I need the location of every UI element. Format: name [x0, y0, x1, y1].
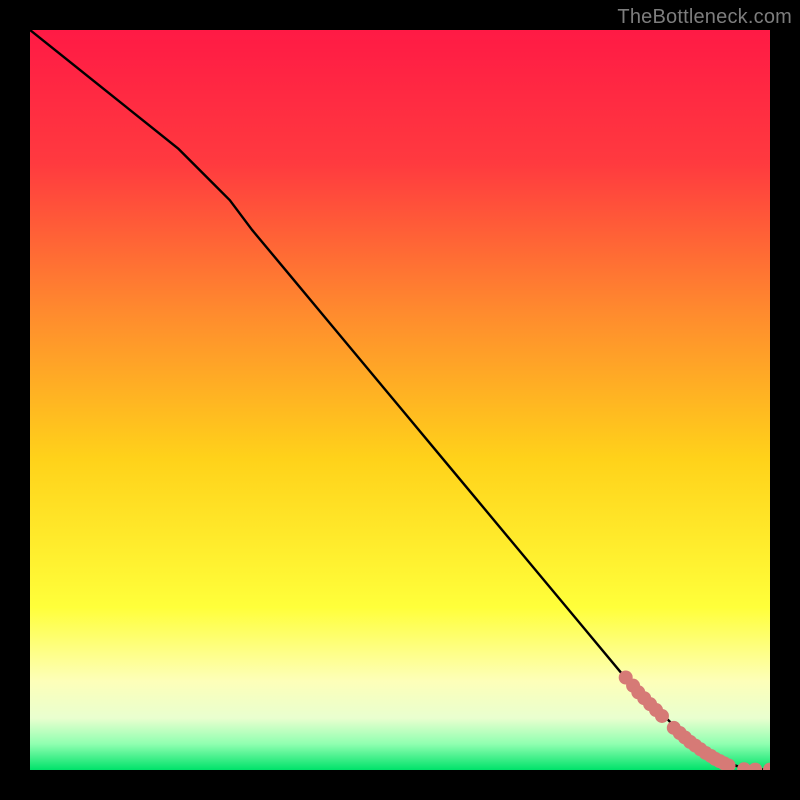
- curve-line: [30, 30, 770, 770]
- chart-stage: TheBottleneck.com: [0, 0, 800, 800]
- plot-area: [30, 30, 770, 770]
- scatter-points: [619, 671, 770, 771]
- watermark-text: TheBottleneck.com: [617, 6, 792, 29]
- chart-overlay: [30, 30, 770, 770]
